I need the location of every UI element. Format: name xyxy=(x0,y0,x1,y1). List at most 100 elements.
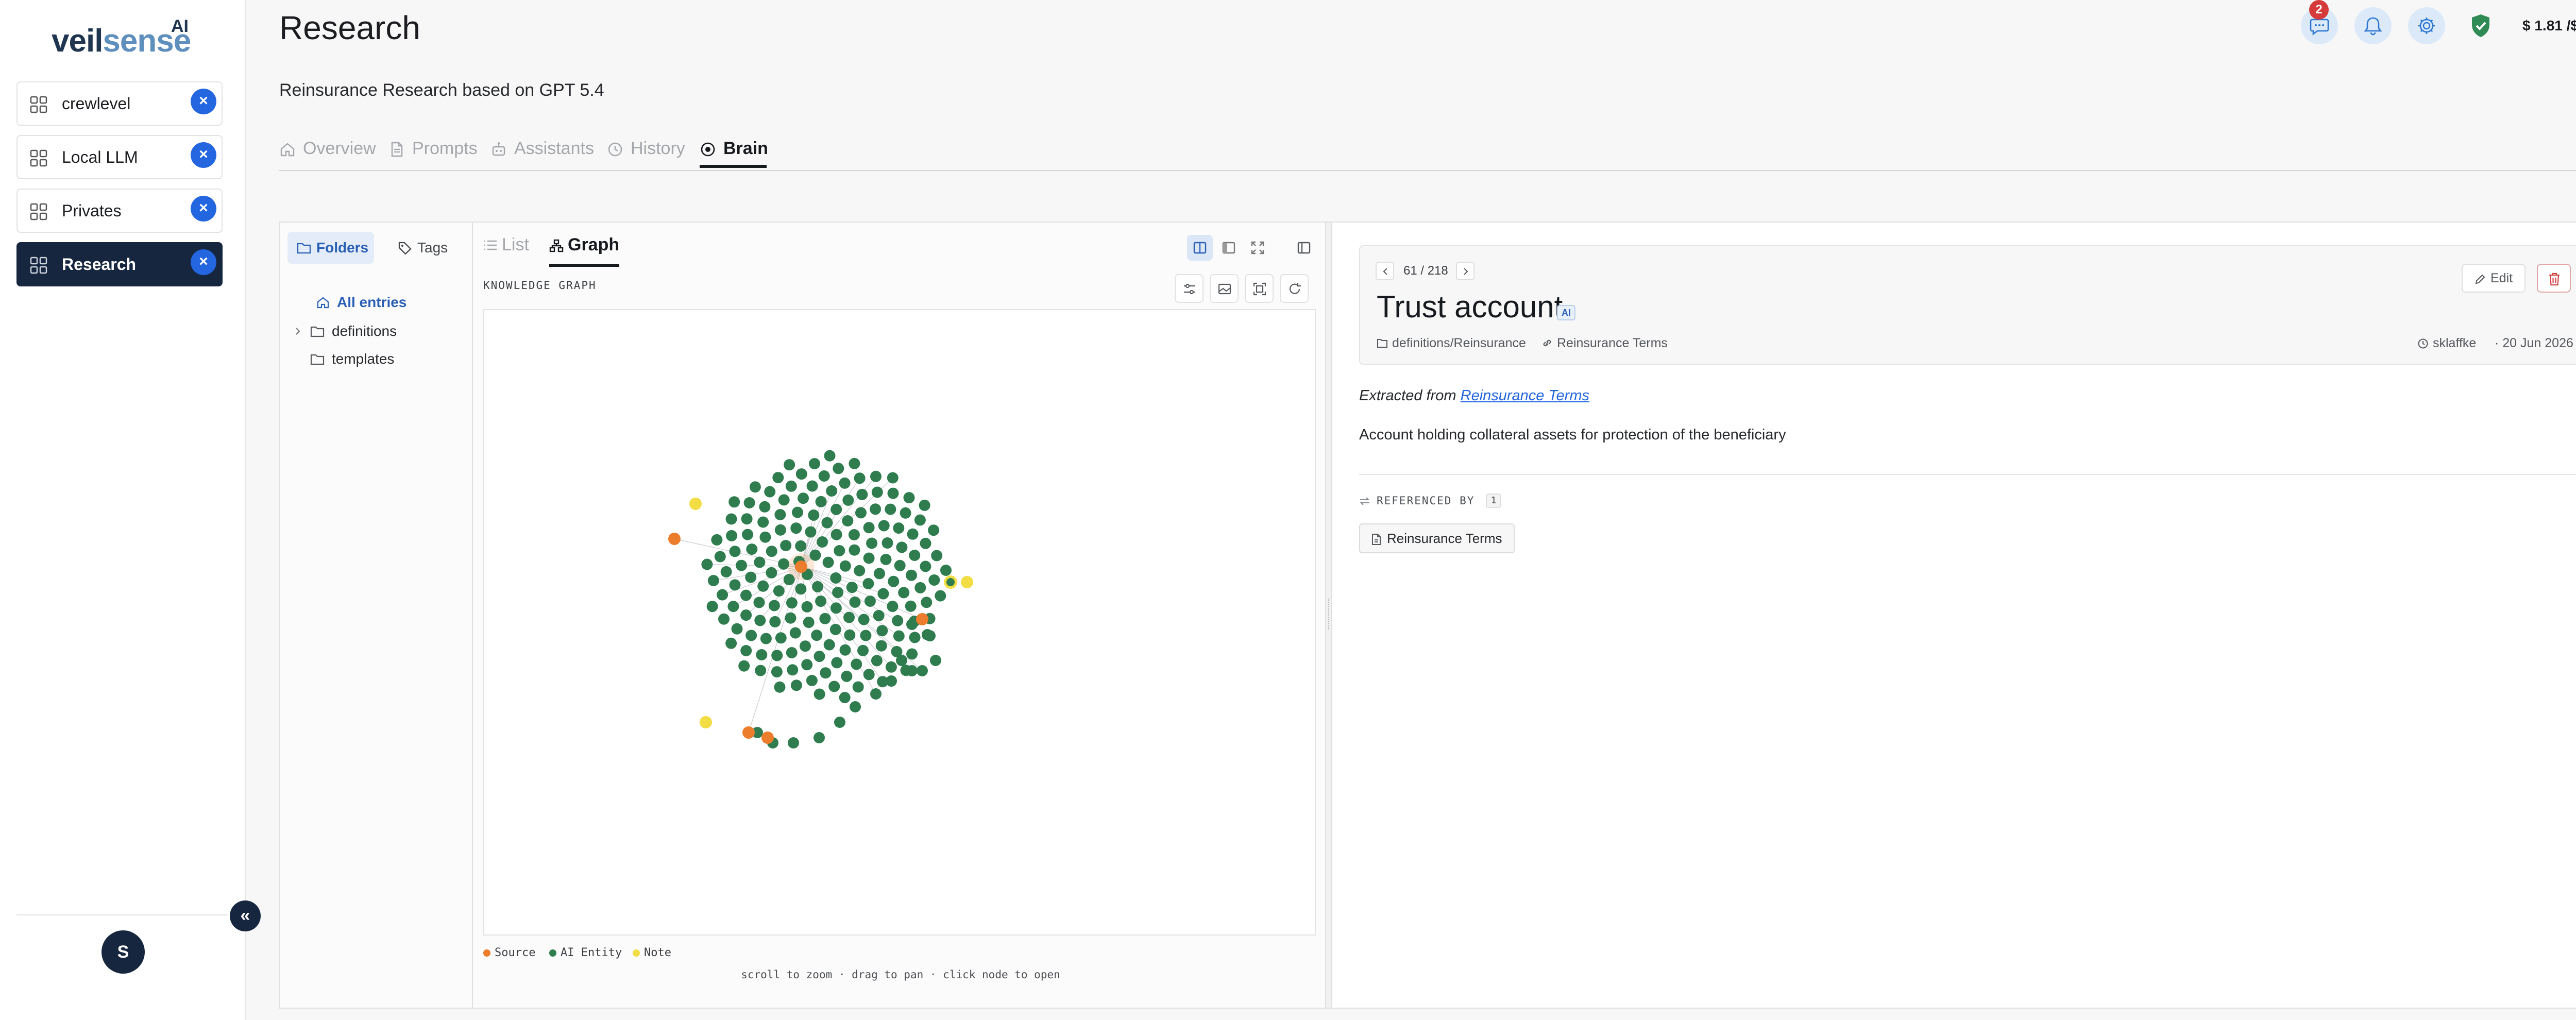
graph-node-ai-entity[interactable] xyxy=(855,507,867,519)
graph-node-ai-entity[interactable] xyxy=(753,597,765,608)
graph-node-ai-entity[interactable] xyxy=(887,487,899,499)
graph-node-ai-entity[interactable] xyxy=(935,590,946,602)
graph-node-ai-entity[interactable] xyxy=(811,630,823,641)
graph-node-ai-entity[interactable] xyxy=(870,503,882,515)
graph-node-ai-entity[interactable] xyxy=(755,665,767,676)
graph-node-ai-entity[interactable] xyxy=(907,528,919,540)
workspace-item-crewlevel[interactable]: crewlevel × xyxy=(16,81,223,126)
tree-tab-folders[interactable]: Folders xyxy=(287,232,374,264)
graph-node-ai-entity[interactable] xyxy=(880,554,892,565)
graph-node-ai-entity[interactable] xyxy=(896,655,907,666)
graph-node-ai-entity[interactable] xyxy=(759,501,771,513)
graph-node-ai-entity[interactable] xyxy=(745,571,757,583)
graph-node-ai-entity[interactable] xyxy=(786,647,798,658)
close-workspace-button[interactable]: × xyxy=(191,89,216,114)
graph-node-ai-entity[interactable] xyxy=(745,630,757,641)
graph-node-ai-entity[interactable] xyxy=(792,506,803,518)
graph-node-ai-entity[interactable] xyxy=(906,665,918,676)
graph-node-note[interactable] xyxy=(700,716,712,728)
tree-tab-tags[interactable]: Tags xyxy=(388,232,461,264)
graph-node-ai-entity[interactable] xyxy=(787,664,799,676)
graph-node-ai-entity[interactable] xyxy=(814,688,825,700)
graph-node-ai-entity[interactable] xyxy=(808,509,820,521)
tab-history[interactable]: History xyxy=(607,135,689,166)
graph-node-ai-entity[interactable] xyxy=(778,558,789,570)
graph-node-ai-entity[interactable] xyxy=(870,470,882,482)
graph-node-ai-entity[interactable] xyxy=(863,669,875,681)
graph-node-source[interactable] xyxy=(916,613,928,625)
graph-node-ai-entity[interactable] xyxy=(789,627,801,639)
graph-node-ai-entity[interactable] xyxy=(940,565,952,576)
graph-node-ai-entity[interactable] xyxy=(876,625,888,637)
graph-node-ai-entity[interactable] xyxy=(801,601,813,613)
knowledge-graph-canvas[interactable] xyxy=(483,309,1316,936)
graph-node-ai-entity[interactable] xyxy=(766,546,777,557)
close-workspace-button[interactable]: × xyxy=(191,142,216,168)
graph-node-ai-entity[interactable] xyxy=(828,681,840,692)
graph-node-ai-entity[interactable] xyxy=(731,623,743,635)
graph-node-ai-entity[interactable] xyxy=(823,639,835,651)
graph-node-ai-entity[interactable] xyxy=(764,486,776,498)
graph-node-ai-entity[interactable] xyxy=(805,526,817,538)
graph-node-ai-entity[interactable] xyxy=(864,596,876,607)
graph-node-note[interactable] xyxy=(946,578,955,586)
graph-node-ai-entity[interactable] xyxy=(850,701,861,712)
graph-node-ai-entity[interactable] xyxy=(831,657,843,669)
graph-node-ai-entity[interactable] xyxy=(854,565,866,576)
graph-node-ai-entity[interactable] xyxy=(877,588,889,600)
graph-node-ai-entity[interactable] xyxy=(754,615,766,626)
graph-node-ai-entity[interactable] xyxy=(871,655,883,667)
graph-node-ai-entity[interactable] xyxy=(814,651,825,662)
graph-node-ai-entity[interactable] xyxy=(894,559,906,571)
graph-node-ai-entity[interactable] xyxy=(720,566,732,577)
shield-icon[interactable] xyxy=(2470,13,2492,38)
graph-node-ai-entity[interactable] xyxy=(893,630,905,642)
graph-node-ai-entity[interactable] xyxy=(885,661,897,673)
tree-item-definitions[interactable]: definitions xyxy=(293,318,457,344)
graph-node-ai-entity[interactable] xyxy=(862,578,874,589)
graph-node-ai-entity[interactable] xyxy=(857,644,869,656)
graph-node-ai-entity[interactable] xyxy=(820,667,832,679)
graph-node-ai-entity[interactable] xyxy=(785,480,797,492)
graph-node-ai-entity[interactable] xyxy=(714,551,726,563)
graph-node-ai-entity[interactable] xyxy=(833,463,844,474)
graph-node-ai-entity[interactable] xyxy=(756,649,768,660)
knowledge-graph[interactable] xyxy=(484,310,1315,934)
pane-resize-handle[interactable] xyxy=(1325,223,1332,1008)
close-workspace-button[interactable]: × xyxy=(191,249,216,275)
graph-node-ai-entity[interactable] xyxy=(740,609,752,621)
graph-node-ai-entity[interactable] xyxy=(772,472,784,484)
graph-node-ai-entity[interactable] xyxy=(919,499,930,511)
workspace-item-privates[interactable]: Privates × xyxy=(16,189,223,233)
split-view-button[interactable] xyxy=(1187,235,1213,261)
graph-node-ai-entity[interactable] xyxy=(740,645,752,656)
graph-node-ai-entity[interactable] xyxy=(885,503,896,515)
graph-node-ai-entity[interactable] xyxy=(839,477,851,489)
graph-filter-button[interactable] xyxy=(1175,274,1204,303)
graph-node-ai-entity[interactable] xyxy=(814,732,825,743)
graph-node-ai-entity[interactable] xyxy=(790,679,802,691)
close-workspace-button[interactable]: × xyxy=(191,196,216,222)
graph-node-ai-entity[interactable] xyxy=(921,597,933,608)
reference-chip[interactable]: Reinsurance Terms xyxy=(1359,523,1515,553)
graph-node-ai-entity[interactable] xyxy=(741,513,753,525)
notifications-button[interactable] xyxy=(2354,7,2392,44)
graph-node-ai-entity[interactable] xyxy=(774,509,786,520)
graph-node-ai-entity[interactable] xyxy=(809,458,820,470)
tree-item-templates[interactable]: templates xyxy=(310,346,465,372)
graph-node-source[interactable] xyxy=(668,533,681,545)
graph-node-ai-entity[interactable] xyxy=(771,666,783,678)
graph-node-ai-entity[interactable] xyxy=(743,497,755,508)
graph-node-ai-entity[interactable] xyxy=(842,515,854,526)
graph-node-note[interactable] xyxy=(689,498,702,510)
graph-node-ai-entity[interactable] xyxy=(830,602,842,614)
graph-node-ai-entity[interactable] xyxy=(826,485,838,497)
graph-node-ai-entity[interactable] xyxy=(898,587,910,599)
extracted-source-link[interactable]: Reinsurance Terms xyxy=(1461,387,1589,404)
graph-node-ai-entity[interactable] xyxy=(760,633,772,644)
graph-node-ai-entity[interactable] xyxy=(849,457,860,469)
graph-node-ai-entity[interactable] xyxy=(928,524,940,536)
graph-node-ai-entity[interactable] xyxy=(843,611,855,623)
graph-snapshot-button[interactable] xyxy=(1210,274,1239,303)
graph-node-ai-entity[interactable] xyxy=(725,637,737,649)
